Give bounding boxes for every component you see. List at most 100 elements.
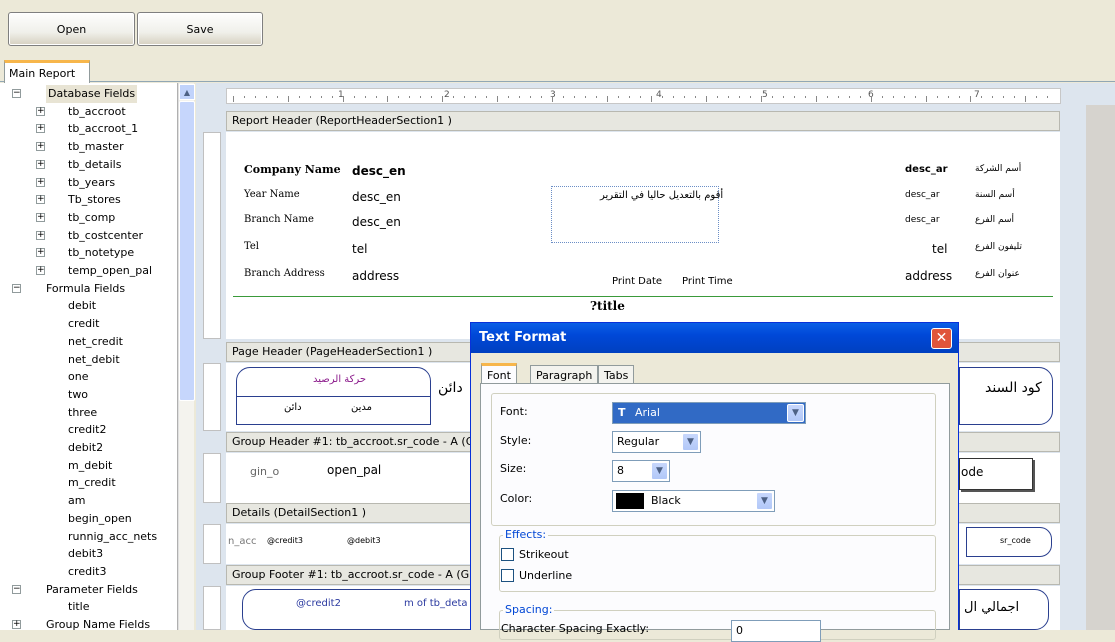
tree-formula-fields[interactable]: − Formula Fields xyxy=(0,280,176,298)
tree-parameter-fields[interactable]: − Parameter Fields xyxy=(0,581,176,599)
tree-group-name-fields[interactable]: + Group Name Fields xyxy=(0,616,176,630)
color-select[interactable]: Black ▼ xyxy=(612,490,775,512)
scroll-up-button[interactable]: ▲ xyxy=(179,84,195,100)
open-button[interactable]: Open xyxy=(8,12,135,46)
dialog-title-bar[interactable]: Text Format xyxy=(471,323,958,353)
footer-sum-field[interactable]: m of tb_deta xyxy=(404,598,468,609)
expand-icon[interactable]: + xyxy=(36,106,45,116)
header-value-ar-field[interactable]: desc_ar xyxy=(905,215,940,225)
expand-icon[interactable]: + xyxy=(36,142,45,152)
tree-formula-item[interactable]: two xyxy=(0,386,176,404)
header-label-ar-field[interactable]: أسم السنة xyxy=(975,190,1015,200)
tree-table-item[interactable]: + Tb_stores xyxy=(0,191,176,209)
canvas-scrollbar[interactable] xyxy=(1086,105,1115,630)
header-label-ar-field[interactable]: عنوان الفرع xyxy=(975,269,1020,279)
header-value-ar-field[interactable]: desc_ar xyxy=(905,164,948,175)
tree-formula-item[interactable]: debit xyxy=(0,297,176,315)
tree-table-item[interactable]: + tb_costcenter xyxy=(0,227,176,245)
tree-formula-item[interactable]: net_credit xyxy=(0,333,176,351)
header-label-field[interactable]: Year Name xyxy=(244,189,300,200)
chevron-down-icon[interactable]: ▼ xyxy=(787,404,804,422)
font-select[interactable]: T Arial ▼ xyxy=(612,402,806,424)
expand-icon[interactable]: + xyxy=(12,620,21,629)
tree-formula-item[interactable]: net_debit xyxy=(0,351,176,369)
credit-column-header[interactable]: دائن xyxy=(284,402,302,413)
detail-debit3-field[interactable]: @debit3 xyxy=(347,536,381,545)
footer-credit2-field[interactable]: @credit2 xyxy=(296,598,341,609)
tree-parameter-item[interactable]: title xyxy=(0,598,176,616)
tree-scrollbar[interactable]: ▲ xyxy=(178,83,195,630)
begin-open-field[interactable]: gin_o xyxy=(250,465,279,478)
expand-icon[interactable]: + xyxy=(36,124,45,134)
balance-movement-title[interactable]: حركة الرصيد xyxy=(313,374,366,385)
tree-table-item[interactable]: + tb_notetype xyxy=(0,244,176,262)
header-value-en-field[interactable]: tel xyxy=(352,242,367,256)
open-pal-field[interactable]: open_pal xyxy=(327,463,381,477)
header-value-ar-field[interactable]: desc_ar xyxy=(905,190,940,200)
collapse-icon[interactable]: − xyxy=(12,584,21,594)
tree-formula-item[interactable]: begin_open xyxy=(0,510,176,528)
tree-formula-item[interactable]: debit2 xyxy=(0,439,176,457)
chevron-down-icon[interactable]: ▼ xyxy=(756,492,773,510)
tree-database-fields[interactable]: − Database Fields xyxy=(0,85,176,103)
char-spacing-input[interactable]: 0 xyxy=(731,620,821,642)
dialog-close-button[interactable]: ✕ xyxy=(931,328,952,349)
header-label-field[interactable]: Company Name xyxy=(244,163,341,176)
header-value-en-field[interactable]: desc_en xyxy=(352,190,401,204)
tree-table-item[interactable]: + tb_years xyxy=(0,174,176,192)
expand-icon[interactable]: + xyxy=(36,159,45,169)
tree-formula-item[interactable]: credit3 xyxy=(0,563,176,581)
credit2-column-header[interactable]: دائن xyxy=(438,380,463,396)
footer-total-label[interactable]: اجمالي ال xyxy=(964,600,1019,615)
section-report-header[interactable]: Report Header (ReportHeaderSection1 ) xyxy=(226,111,1060,131)
detail-credit3-field[interactable]: @credit3 xyxy=(267,536,303,545)
underline-checkbox[interactable] xyxy=(501,569,514,582)
tree-formula-item[interactable]: runnig_acc_nets xyxy=(0,528,176,546)
tree-table-item[interactable]: + tb_accroot xyxy=(0,103,176,121)
expand-icon[interactable]: + xyxy=(36,266,45,275)
tree-formula-item[interactable]: three xyxy=(0,404,176,422)
collapse-icon[interactable]: − xyxy=(12,89,21,98)
chevron-down-icon[interactable]: ▼ xyxy=(682,433,699,451)
header-label-ar-field[interactable]: أسم الشركة xyxy=(975,164,1021,174)
scroll-thumb[interactable] xyxy=(179,101,195,401)
expand-icon[interactable]: + xyxy=(36,177,45,187)
header-value-ar-field[interactable]: tel xyxy=(932,242,947,256)
tree-table-item[interactable]: + tb_details xyxy=(0,156,176,174)
header-label-ar-field[interactable]: تليفون الفرع xyxy=(975,242,1022,252)
style-select[interactable]: Regular ▼ xyxy=(612,431,701,453)
expand-icon[interactable]: + xyxy=(36,248,45,258)
header-value-en-field[interactable]: address xyxy=(352,269,399,283)
detail-sr-code-field[interactable]: sr_code xyxy=(1000,536,1031,545)
header-label-ar-field[interactable]: أسم الفرع xyxy=(975,215,1014,225)
expand-icon[interactable]: + xyxy=(36,212,45,222)
tree-formula-item[interactable]: am xyxy=(0,492,176,510)
voucher-code-header[interactable]: كود السند xyxy=(985,380,1042,396)
save-button[interactable]: Save xyxy=(137,12,263,46)
header-value-ar-field[interactable]: address xyxy=(905,269,952,283)
expand-icon[interactable]: + xyxy=(36,195,45,205)
tree-formula-item[interactable]: m_credit xyxy=(0,474,176,492)
print-date-field[interactable]: Print Date xyxy=(612,276,662,287)
sr-code-field[interactable]: ode xyxy=(961,465,983,479)
header-label-field[interactable]: Branch Address xyxy=(244,268,325,279)
tree-table-item[interactable]: + tb_comp xyxy=(0,209,176,227)
report-title-field[interactable]: ?title xyxy=(590,299,625,313)
collapse-icon[interactable]: − xyxy=(12,283,21,293)
detail-acc-field[interactable]: n_acc xyxy=(228,536,256,547)
tree-table-item[interactable]: + tb_master xyxy=(0,138,176,156)
chevron-down-icon[interactable]: ▼ xyxy=(651,462,668,480)
tree-formula-item[interactable]: m_debit xyxy=(0,457,176,475)
expand-icon[interactable]: + xyxy=(36,230,45,240)
tree-formula-item[interactable]: credit2 xyxy=(0,421,176,439)
tree-table-item[interactable]: + temp_open_pal xyxy=(0,262,176,280)
tree-formula-item[interactable]: debit3 xyxy=(0,545,176,563)
header-label-field[interactable]: Tel xyxy=(244,241,259,252)
tab-main-report[interactable]: Main Report xyxy=(4,60,90,83)
tree-formula-item[interactable]: credit xyxy=(0,315,176,333)
header-value-en-field[interactable]: desc_en xyxy=(352,164,406,178)
size-select[interactable]: 8 ▼ xyxy=(612,460,670,482)
header-value-en-field[interactable]: desc_en xyxy=(352,215,401,229)
tree-formula-item[interactable]: one xyxy=(0,368,176,386)
tree-table-item[interactable]: + tb_accroot_1 xyxy=(0,120,176,138)
